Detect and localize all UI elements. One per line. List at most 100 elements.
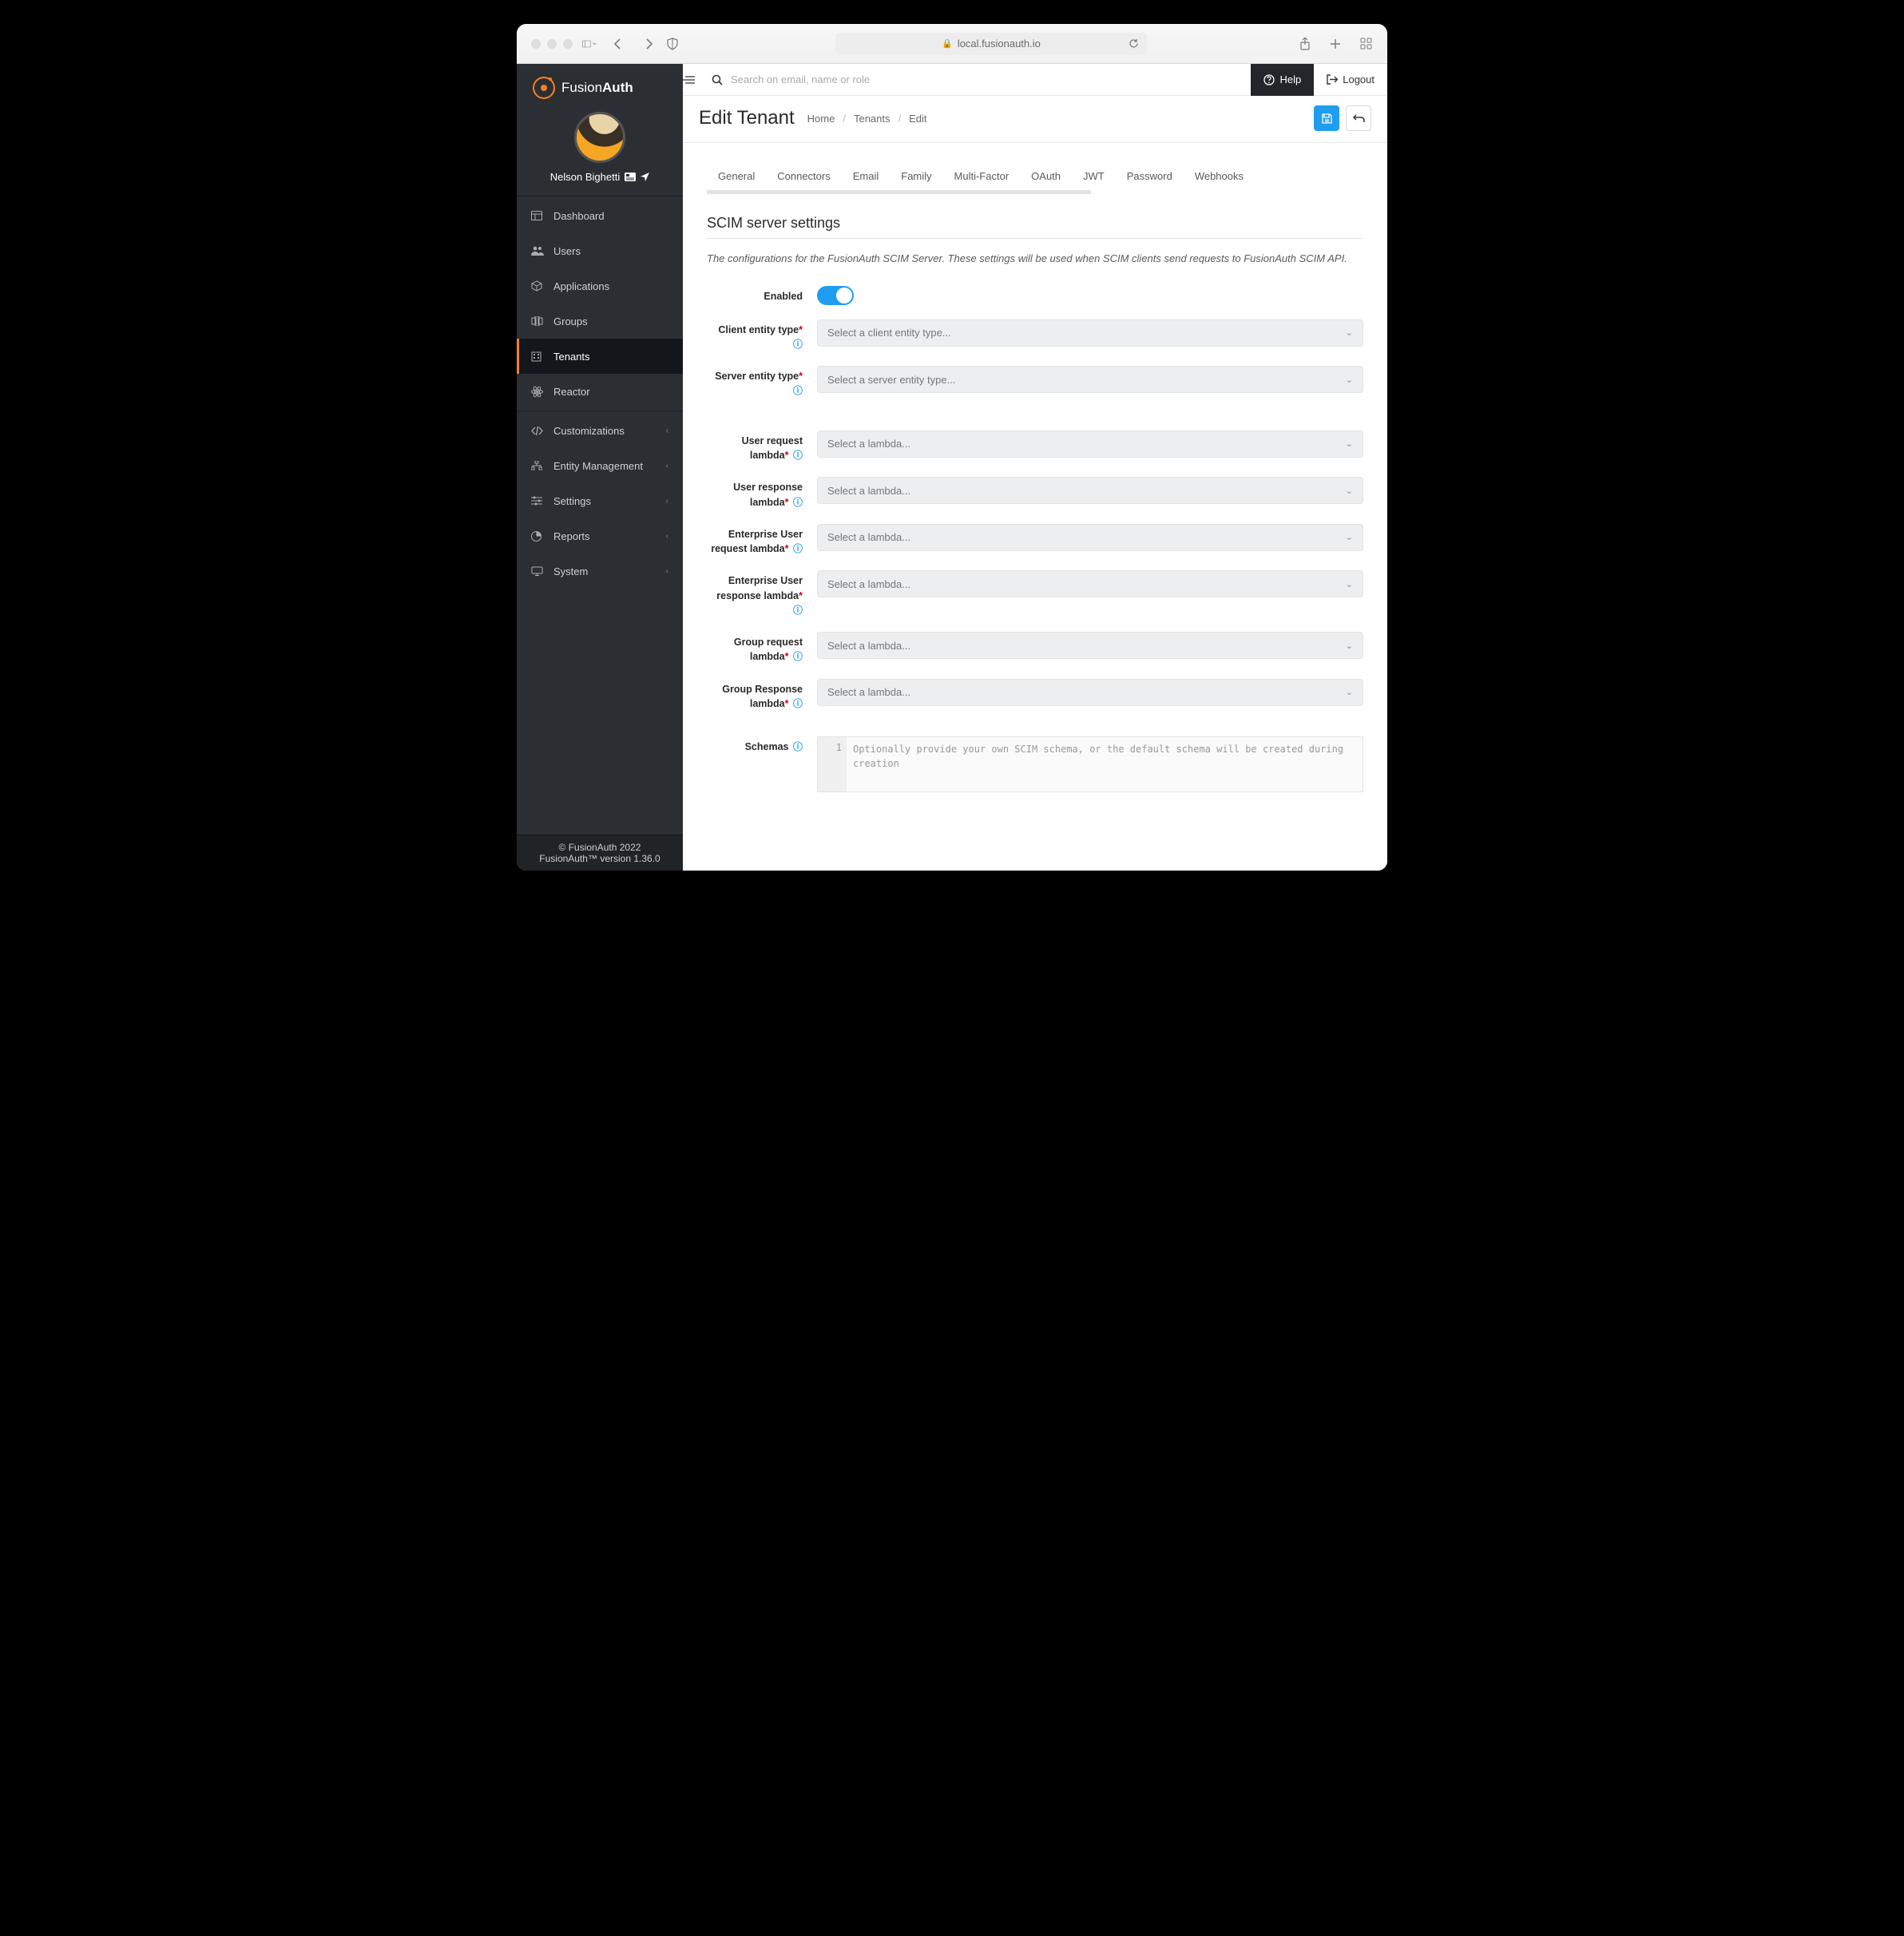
tab-general[interactable]: General xyxy=(707,162,766,190)
pie-chart-icon xyxy=(531,531,544,542)
info-icon[interactable]: ⓘ xyxy=(793,385,803,396)
sidebar-item-users[interactable]: Users xyxy=(517,233,683,268)
group-req-select[interactable]: Select a lambda...⌄ xyxy=(817,632,1363,659)
main-content: Help Logout Edit Tenant Home / Tenants /… xyxy=(683,64,1387,871)
undo-icon xyxy=(1353,113,1365,123)
breadcrumb-edit: Edit xyxy=(909,113,926,125)
client-entity-label: Client entity type* ⓘ xyxy=(707,319,803,352)
client-entity-select[interactable]: Select a client entity type...⌄ xyxy=(817,319,1363,347)
page-title: Edit Tenant xyxy=(699,107,795,129)
browser-window: 🔒 local.fusionauth.io FusionAuth Nelson … xyxy=(517,24,1387,871)
sidebar-item-dashboard[interactable]: Dashboard xyxy=(517,198,683,233)
group-res-select[interactable]: Select a lambda...⌄ xyxy=(817,679,1363,706)
search-input[interactable] xyxy=(731,73,1246,85)
info-icon[interactable]: ⓘ xyxy=(793,450,803,461)
sidebar-item-label: Customizations xyxy=(553,425,625,437)
url-text: local.fusionauth.io xyxy=(958,38,1041,50)
brand[interactable]: FusionAuth xyxy=(517,64,683,109)
sidebar-item-tenants[interactable]: Tenants xyxy=(517,339,683,374)
enabled-label: Enabled xyxy=(707,286,803,303)
content-area: General Connectors Email Family Multi-Fa… xyxy=(683,143,1387,871)
share-icon[interactable] xyxy=(1298,37,1312,51)
help-button[interactable]: Help xyxy=(1251,64,1314,96)
sitemap-icon xyxy=(531,461,544,470)
nav-back-icon[interactable] xyxy=(611,37,625,51)
info-icon[interactable]: ⓘ xyxy=(793,339,803,350)
sidebar-item-label: Reports xyxy=(553,530,590,542)
sidebar-footer: © FusionAuth 2022 FusionAuth™ version 1.… xyxy=(517,835,683,871)
sidebar-item-system[interactable]: System ‹ xyxy=(517,553,683,589)
sidebar-item-label: Groups xyxy=(553,315,588,327)
chevron-down-icon: ⌄ xyxy=(1346,641,1353,651)
user-res-select[interactable]: Select a lambda...⌄ xyxy=(817,477,1363,504)
tab-connectors[interactable]: Connectors xyxy=(766,162,841,190)
server-entity-label: Server entity type* ⓘ xyxy=(707,366,803,399)
new-tab-icon[interactable] xyxy=(1328,37,1343,51)
server-entity-select[interactable]: Select a server entity type...⌄ xyxy=(817,366,1363,393)
tab-family[interactable]: Family xyxy=(890,162,942,190)
tab-email[interactable]: Email xyxy=(842,162,891,190)
user-profile[interactable]: Nelson Bighetti xyxy=(517,109,683,194)
close-window-icon[interactable] xyxy=(531,39,541,49)
nav-forward-icon[interactable] xyxy=(641,37,656,51)
ent-user-req-select[interactable]: Select a lambda...⌄ xyxy=(817,524,1363,551)
sidebar-item-applications[interactable]: Applications xyxy=(517,268,683,303)
search-wrap xyxy=(707,73,1251,85)
shield-icon[interactable] xyxy=(665,37,680,51)
sidebar-item-label: System xyxy=(553,565,588,577)
info-icon[interactable]: ⓘ xyxy=(793,497,803,508)
tabs-overview-icon[interactable] xyxy=(1359,37,1373,51)
sidebar-toggle-icon[interactable] xyxy=(582,37,597,51)
chevron-down-icon: ⌄ xyxy=(1346,375,1353,385)
sidebar-item-groups[interactable]: Groups xyxy=(517,303,683,339)
sidebar-item-label: Tenants xyxy=(553,351,590,363)
logout-icon xyxy=(1327,74,1338,85)
collapse-sidebar-icon[interactable] xyxy=(683,75,707,85)
maximize-window-icon[interactable] xyxy=(563,39,573,49)
copyright: © FusionAuth 2022 xyxy=(517,842,683,853)
refresh-icon[interactable] xyxy=(1126,37,1140,51)
info-icon[interactable]: ⓘ xyxy=(793,651,803,662)
user-req-select[interactable]: Select a lambda...⌄ xyxy=(817,430,1363,458)
id-card-icon xyxy=(625,173,636,181)
brand-text: FusionAuth xyxy=(561,80,633,96)
sidebar-item-reactor[interactable]: Reactor xyxy=(517,374,683,409)
logout-button[interactable]: Logout xyxy=(1314,73,1387,85)
chevron-down-icon: ⌄ xyxy=(1346,579,1353,589)
group-res-label: Group Response lambda* ⓘ xyxy=(707,679,803,712)
tab-webhooks[interactable]: Webhooks xyxy=(1184,162,1255,190)
breadcrumb-sep: / xyxy=(843,113,846,125)
tab-jwt[interactable]: JWT xyxy=(1072,162,1116,190)
info-icon[interactable]: ⓘ xyxy=(793,605,803,616)
info-icon[interactable]: ⓘ xyxy=(793,698,803,709)
enabled-toggle[interactable] xyxy=(817,286,854,305)
lock-icon: 🔒 xyxy=(942,38,953,49)
sidebar-item-entity-management[interactable]: Entity Management ‹ xyxy=(517,448,683,483)
ent-user-res-select[interactable]: Select a lambda...⌄ xyxy=(817,570,1363,597)
url-bar[interactable]: 🔒 local.fusionauth.io xyxy=(835,33,1147,55)
minimize-window-icon[interactable] xyxy=(547,39,557,49)
save-icon xyxy=(1321,113,1333,125)
save-button[interactable] xyxy=(1314,105,1339,131)
tab-oauth[interactable]: OAuth xyxy=(1020,162,1072,190)
section-title: SCIM server settings xyxy=(707,215,1363,239)
tab-multi-factor[interactable]: Multi-Factor xyxy=(943,162,1021,190)
breadcrumb-home[interactable]: Home xyxy=(807,113,835,125)
user-req-label: User request lambda* ⓘ xyxy=(707,430,803,463)
code-icon xyxy=(531,426,544,435)
group-req-label: Group request lambda* ⓘ xyxy=(707,632,803,665)
breadcrumb-tenants[interactable]: Tenants xyxy=(854,113,891,125)
schemas-editor[interactable]: 1 Optionally provide your own SCIM schem… xyxy=(817,736,1363,792)
version: FusionAuth™ version 1.36.0 xyxy=(517,853,683,864)
info-icon[interactable]: ⓘ xyxy=(793,543,803,554)
sidebar-item-settings[interactable]: Settings ‹ xyxy=(517,483,683,518)
sidebar-item-reports[interactable]: Reports ‹ xyxy=(517,518,683,553)
location-arrow-icon xyxy=(641,173,649,181)
chevron-down-icon: ⌄ xyxy=(1346,438,1353,449)
back-button[interactable] xyxy=(1346,105,1371,131)
chevron-left-icon: ‹ xyxy=(666,426,668,435)
tab-password[interactable]: Password xyxy=(1116,162,1184,190)
sidebar-item-customizations[interactable]: Customizations ‹ xyxy=(517,413,683,448)
users-icon xyxy=(531,246,544,256)
info-icon[interactable]: ⓘ xyxy=(793,741,803,752)
